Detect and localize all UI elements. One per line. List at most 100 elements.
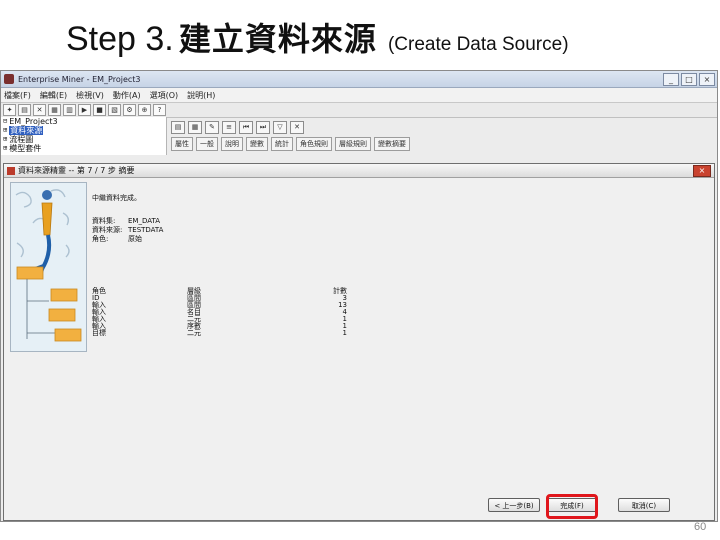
table-row: 目標 二元 1 xyxy=(92,330,347,337)
tab-description[interactable]: 說明 xyxy=(221,137,243,151)
run-icon[interactable]: ▶ xyxy=(78,104,91,116)
filter-icon[interactable]: ▽ xyxy=(273,121,287,134)
tree-item-diagrams[interactable]: ⊞ 流程圖 xyxy=(1,135,166,144)
expand-icon[interactable]: ⊞ xyxy=(3,144,7,153)
grid-icon[interactable]: ▦ xyxy=(188,121,202,134)
last-icon[interactable]: ⏭ xyxy=(256,121,270,134)
cell-role: 輸入 xyxy=(92,315,106,323)
tab-variables[interactable]: 變數 xyxy=(246,137,268,151)
menu-actions[interactable]: 動作(A) xyxy=(113,90,141,101)
cell-count: 1 xyxy=(342,329,347,337)
summary-fields: 資料集: EM_DATA 資料來源: TESTDATA 角色: 原始 xyxy=(92,217,163,244)
cell-role: 輸入 xyxy=(92,322,106,330)
field-value: TESTDATA xyxy=(128,226,164,234)
menu-bar: 檔案(F) 編輯(E) 檢視(V) 動作(A) 選項(O) 說明(H) xyxy=(1,88,717,103)
delete-icon[interactable]: ✕ xyxy=(33,104,46,116)
menu-file[interactable]: 檔案(F) xyxy=(4,90,31,101)
table-icon[interactable]: ▤ xyxy=(171,121,185,134)
cell-level: 名目 xyxy=(187,308,201,316)
tree-item-label: EM_Project3 xyxy=(9,117,58,126)
chart-icon[interactable]: ▥ xyxy=(63,104,76,116)
tab-statistics[interactable]: 統計 xyxy=(271,137,293,151)
data-source-wizard-dialog: 資料來源精靈 -- 第 7 / 7 步 摘要 × 中繼資料完成。 資料集: EM… xyxy=(3,163,715,521)
project-tree: ⊟ EM_Project3 ⊞ 資料來源 ⊞ 流程圖 ⊞ 模型套件 xyxy=(1,117,167,155)
table-row: 輸入 序數 1 xyxy=(92,323,347,330)
wizard-icon xyxy=(7,166,15,175)
table-header: 角色 層級 計數 xyxy=(92,288,347,295)
window-titlebar: Enterprise Miner - EM_Project3 _ □ × xyxy=(1,71,717,88)
expand-icon[interactable]: ⊞ xyxy=(3,126,7,135)
open-icon[interactable]: ▤ xyxy=(18,104,31,116)
close-window-button[interactable]: × xyxy=(699,72,715,86)
tab-level-rules[interactable]: 層級規則 xyxy=(335,137,371,151)
field-label: 角色: xyxy=(92,235,109,243)
tab-properties[interactable]: 屬性 xyxy=(171,137,193,151)
table-row: ID 區間 3 xyxy=(92,295,347,302)
settings-icon[interactable]: ⚙ xyxy=(123,104,136,116)
tree-item-label: 流程圖 xyxy=(9,135,34,144)
field-value: 原始 xyxy=(128,235,142,243)
slide-title-chinese: 建立資料來源 xyxy=(178,20,377,58)
menu-view[interactable]: 檢視(V) xyxy=(76,90,104,101)
help-icon[interactable]: ? xyxy=(153,104,166,116)
save-icon[interactable]: ▦ xyxy=(48,104,61,116)
tree-item-label: 資料來源 xyxy=(9,126,44,135)
cell-role: 輸入 xyxy=(92,308,106,316)
tree-item-model-packages[interactable]: ⊞ 模型套件 xyxy=(1,144,166,153)
slide-title-step: Step 3. xyxy=(66,20,174,58)
cell-role: 輸入 xyxy=(92,301,106,309)
menu-help[interactable]: 說明(H) xyxy=(187,90,215,101)
zoom-icon[interactable]: ⊕ xyxy=(138,104,151,116)
tab-role-rules[interactable]: 角色規則 xyxy=(296,137,332,151)
edit-icon[interactable]: ✎ xyxy=(205,121,219,134)
enterprise-miner-window: Enterprise Miner - EM_Project3 _ □ × 檔案(… xyxy=(0,70,718,522)
tree-item-data-sources[interactable]: ⊞ 資料來源 xyxy=(1,126,166,135)
finish-button-highlight xyxy=(546,494,598,519)
slide-title: Step 3. 建立資料來源 (Create Data Source) xyxy=(66,14,569,64)
field-role: 角色: 原始 xyxy=(92,235,163,244)
cell-role: ID xyxy=(92,294,100,302)
variable-summary-table: 角色 層級 計數 ID 區間 3 輸入 區間 13 輸入 名目 4 輸入 二元 xyxy=(92,288,347,337)
remove-icon[interactable]: ✕ xyxy=(290,121,304,134)
wizard-illustration-graphic xyxy=(11,183,86,351)
dialog-titlebar: 資料來源精靈 -- 第 7 / 7 步 摘要 × xyxy=(4,164,714,178)
results-icon[interactable]: ▧ xyxy=(108,104,121,116)
tab-general[interactable]: 一般 xyxy=(196,137,218,151)
expand-icon[interactable]: ⊞ xyxy=(3,135,7,144)
summary-content: 中繼資料完成。 資料集: EM_DATA 資料來源: TESTDATA 角色: … xyxy=(92,194,163,244)
menu-options[interactable]: 選項(O) xyxy=(150,90,179,101)
field-value: EM_DATA xyxy=(128,217,160,225)
properties-toolbar: ▤ ▦ ✎ ≡ ⏮ ⏭ ▽ ✕ xyxy=(171,121,717,134)
cancel-button[interactable]: 取消(C) xyxy=(618,498,670,512)
first-icon[interactable]: ⏮ xyxy=(239,121,253,134)
list-icon[interactable]: ≡ xyxy=(222,121,236,134)
maximize-button[interactable]: □ xyxy=(681,72,697,86)
field-dataset: 資料集: EM_DATA xyxy=(92,217,163,226)
page-number: 60 xyxy=(694,521,707,533)
cell-level: 二元 xyxy=(187,315,201,323)
collapse-icon[interactable]: ⊟ xyxy=(3,117,7,126)
table-row: 輸入 區間 13 xyxy=(92,302,347,309)
wizard-illustration xyxy=(10,182,87,352)
stop-icon[interactable]: ■ xyxy=(93,104,106,116)
slide-title-english: (Create Data Source) xyxy=(387,34,569,55)
back-button[interactable]: < 上一步(B) xyxy=(488,498,540,512)
properties-tabs: 屬性 一般 說明 變數 統計 角色規則 層級規則 變數摘要 xyxy=(171,137,717,151)
header-level: 層級 xyxy=(187,287,201,295)
cell-level: 序數 xyxy=(187,322,201,330)
header-role: 角色 xyxy=(92,287,106,295)
tab-variable-summary[interactable]: 變數摘要 xyxy=(374,137,410,151)
properties-panel: ▤ ▦ ✎ ≡ ⏮ ⏭ ▽ ✕ 屬性 一般 說明 變數 統計 角色規則 層級規則… xyxy=(171,121,717,155)
cell-level: 區間 xyxy=(187,294,201,302)
minimize-button[interactable]: _ xyxy=(663,72,679,86)
app-icon xyxy=(4,74,14,84)
new-icon[interactable]: ✦ xyxy=(3,104,16,116)
window-controls: _ □ × xyxy=(663,72,717,86)
dialog-close-button[interactable]: × xyxy=(693,164,711,177)
menu-edit[interactable]: 編輯(E) xyxy=(40,90,67,101)
table-row: 輸入 名目 4 xyxy=(92,309,347,316)
tree-item-project[interactable]: ⊟ EM_Project3 xyxy=(1,117,166,126)
project-area: ⊟ EM_Project3 ⊞ 資料來源 ⊞ 流程圖 ⊞ 模型套件 ▤ ▦ ✎ … xyxy=(1,117,717,155)
cell-role: 目標 xyxy=(92,329,106,337)
dialog-title: 資料來源精靈 -- 第 7 / 7 步 摘要 xyxy=(18,166,135,175)
